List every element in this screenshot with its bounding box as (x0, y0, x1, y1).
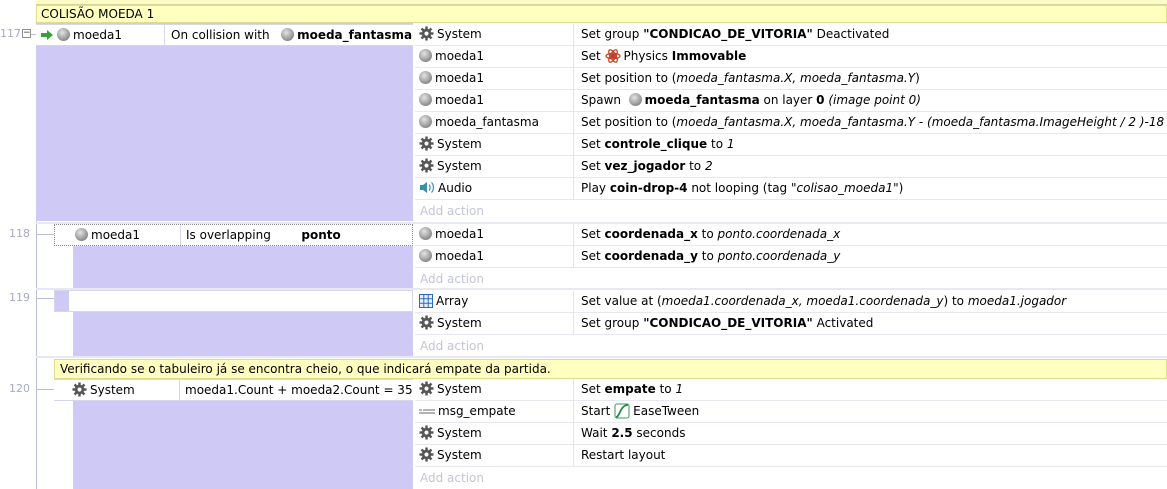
action-description: Set vez_jogador to 2 (581, 159, 713, 173)
action-row[interactable]: moeda1 Set coordenada_x to ponto.coorden… (415, 224, 1167, 246)
collapse-toggle[interactable]: − (22, 29, 31, 38)
condition-text: On collision with moeda_fantasma (171, 28, 413, 42)
add-action-link[interactable]: Add action (415, 335, 1167, 357)
grid-icon (419, 293, 433, 308)
event-separator (36, 356, 1167, 358)
action-object: moeda1 (419, 224, 484, 245)
action-object: System (419, 423, 482, 444)
action-description: Set coordenada_x to ponto.coordenada_x (581, 227, 841, 241)
action-object: Array (419, 291, 468, 312)
action-description: Set Physics Immovable (581, 48, 747, 63)
action-row[interactable]: System Set vez_jogador to 2 (415, 156, 1167, 178)
action-description: Restart layout (581, 448, 666, 462)
gear-icon (419, 447, 434, 462)
sprite-icon (75, 228, 88, 241)
physics-icon (604, 48, 621, 63)
gear-icon (419, 381, 434, 396)
sprite-icon (281, 28, 295, 41)
action-object: moeda1 (419, 246, 484, 267)
action-row[interactable]: Audio Play coin-drop-4 not looping (tag … (415, 178, 1167, 200)
sprite-icon (419, 93, 432, 106)
text-object-icon (419, 408, 435, 414)
action-description: Set controle_clique to 1 (581, 137, 735, 151)
event-number: 118 (9, 227, 30, 240)
event-117-condition[interactable]: moeda1 On collision with moeda_fantasma (36, 24, 413, 46)
action-row[interactable]: moeda1 Set Physics Immovable (415, 46, 1167, 68)
action-description: Set group "CONDICAO_DE_VITORIA" Deactiva… (581, 27, 890, 41)
action-description: Wait 2.5 seconds (581, 426, 686, 440)
condition-object: moeda1 (75, 225, 140, 245)
action-description: Play coin-drop-4 not looping (tag "colis… (581, 181, 904, 195)
action-row[interactable]: System Restart layout (415, 445, 1167, 467)
action-description: Set position to (moeda_fantasma.X, moeda… (581, 71, 920, 85)
gear-icon (419, 26, 434, 41)
sprite-icon (57, 28, 70, 41)
action-object: System (419, 379, 482, 400)
add-action-link[interactable]: Add action (415, 200, 1167, 222)
action-row[interactable]: msg_empate Start EaseTween (415, 401, 1167, 423)
trigger-arrow-icon (41, 29, 53, 40)
event-number: 117 (0, 27, 21, 40)
action-object: moeda1 (419, 46, 484, 67)
gear-icon (72, 382, 87, 397)
action-description: Set empate to 1 (581, 382, 684, 396)
action-object: moeda1 (419, 68, 484, 89)
action-row[interactable]: Array Set value at (moeda1.coordenada_x,… (415, 291, 1167, 313)
action-object: msg_empate (419, 401, 516, 422)
sprite-icon (419, 249, 432, 262)
tree-line (36, 389, 55, 390)
tree-line (36, 234, 55, 235)
condition-text: Is overlapping ponto (186, 228, 341, 242)
action-description: Spawn moeda_fantasma on layer 0 (image p… (581, 93, 921, 107)
action-row[interactable]: System Set empate to 1 (415, 379, 1167, 401)
event-119-condition-empty[interactable] (54, 290, 413, 312)
action-row[interactable]: System Set group "CONDICAO_DE_VITORIA" A… (415, 313, 1167, 335)
group-title: COLISÃO MOEDA 1 (41, 7, 155, 21)
gear-icon (419, 158, 434, 173)
add-action-link[interactable]: Add action (415, 268, 1167, 290)
add-action-link[interactable]: Add action (415, 467, 1167, 489)
action-object: Audio (419, 178, 472, 199)
event-118-condition[interactable]: moeda1 Is overlapping ponto (54, 224, 413, 246)
action-row[interactable]: System Wait 2.5 seconds (415, 423, 1167, 445)
action-row[interactable]: System Set group "CONDICAO_DE_VITORIA" D… (415, 24, 1167, 46)
action-description: Start EaseTween (581, 403, 700, 418)
action-row[interactable]: moeda1 Set position to (moeda_fantasma.X… (415, 68, 1167, 90)
gear-icon (419, 136, 434, 151)
sprite-icon (419, 71, 432, 84)
gear-icon (419, 315, 434, 330)
sprite-icon (419, 115, 432, 128)
condition-text: moeda1.Count + moeda2.Count = 35 (185, 383, 413, 397)
condition-object: moeda1 (40, 25, 122, 45)
action-object: System (419, 134, 482, 155)
sprite-icon (419, 227, 432, 240)
speaker-icon (420, 182, 435, 193)
action-object: moeda_fantasma (419, 112, 539, 133)
event-comment[interactable]: Verificando se o tabuleiro já se encontr… (54, 359, 1167, 379)
action-description: Set coordenada_y to ponto.coordenada_y (581, 249, 841, 263)
event-117-conditions-block[interactable] (36, 23, 413, 221)
action-description: Set value at (moeda1.coordenada_x, moeda… (581, 294, 1067, 308)
action-description: Set position to (moeda_fantasma.X, moeda… (581, 115, 1165, 129)
action-row[interactable]: moeda1 Spawn moeda_fantasma on layer 0 (… (415, 90, 1167, 112)
tree-line (36, 298, 55, 299)
event-number: 119 (9, 291, 30, 304)
action-object: moeda1 (419, 90, 484, 111)
action-description: Set group "CONDICAO_DE_VITORIA" Activate… (581, 316, 874, 330)
event-group-header[interactable]: COLISÃO MOEDA 1 (36, 5, 1167, 23)
condition-object: System (72, 380, 135, 400)
action-object: System (419, 24, 482, 45)
sprite-icon (419, 49, 432, 62)
action-object: System (419, 313, 482, 334)
gear-icon (419, 425, 434, 440)
easetween-icon (614, 403, 630, 418)
action-row[interactable]: moeda_fantasma Set position to (moeda_fa… (415, 112, 1167, 134)
action-row[interactable]: moeda1 Set coordenada_y to ponto.coorden… (415, 246, 1167, 268)
action-object: System (419, 156, 482, 177)
sprite-icon (628, 93, 642, 106)
event-120-condition[interactable]: System moeda1.Count + moeda2.Count = 35 (54, 379, 413, 401)
action-row[interactable]: System Set controle_clique to 1 (415, 134, 1167, 156)
event-number: 120 (9, 382, 30, 395)
action-object: System (419, 445, 482, 466)
